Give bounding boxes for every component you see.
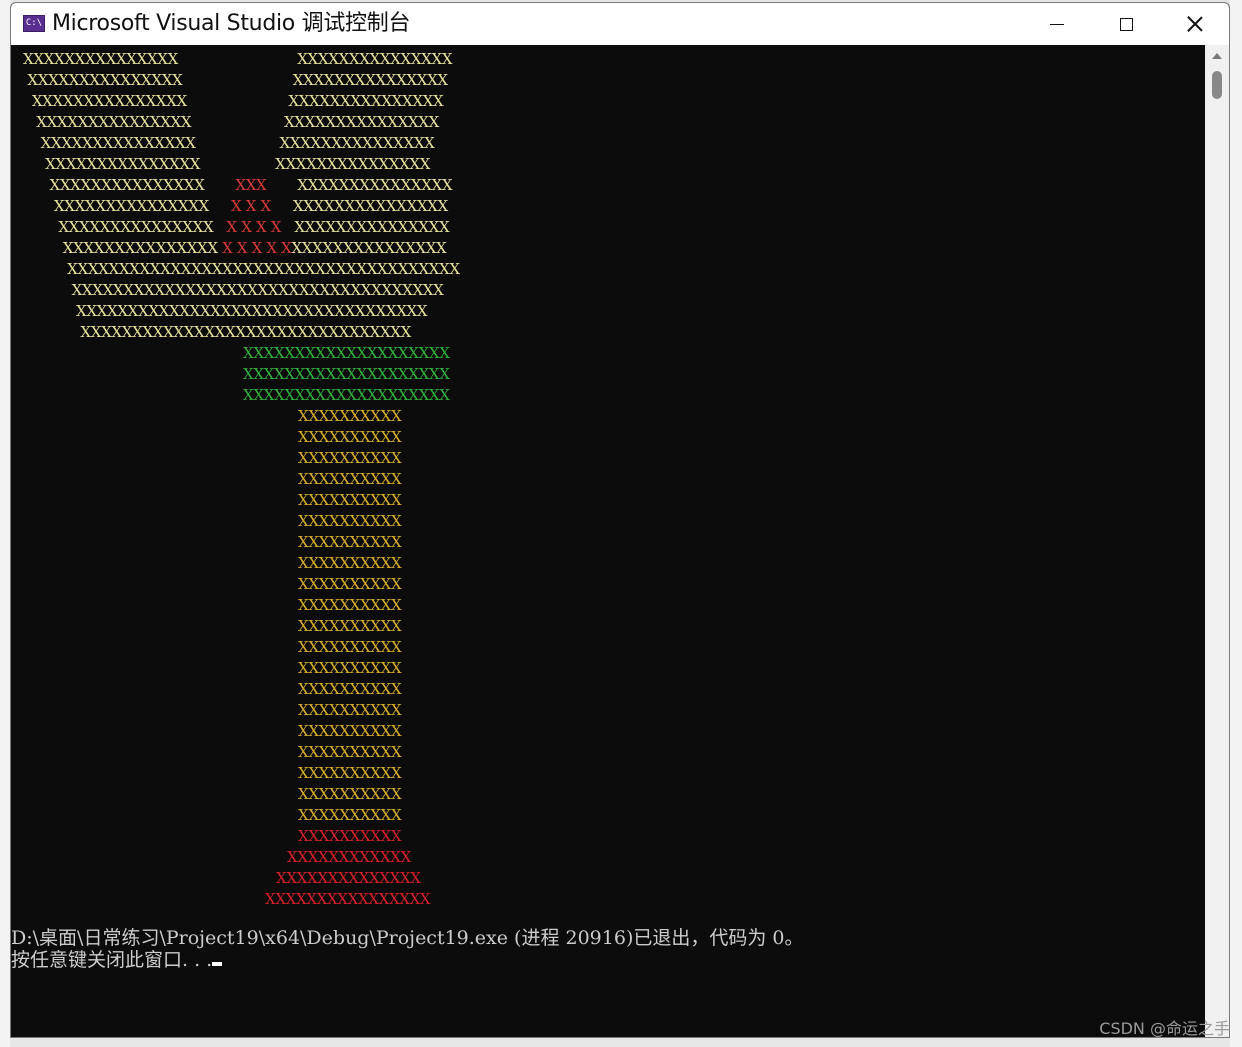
console-art-line: XXXXXXXXXXXXXXXX — [265, 890, 431, 908]
prompt-message: 按任意键关闭此窗口. . . — [11, 949, 213, 971]
console-art-line: XXXXXXXXXXXXXXXXXXXX — [243, 365, 450, 383]
console-art-line: XXXXXXXXXXXX — [287, 848, 411, 866]
console-art-line: XXXXXXXXXXXXXXX XXXXXXXXXXXXXXX — [23, 71, 448, 89]
console-output-area[interactable]: D:\桌面\日常练习\Project19\x64\Debug\Project19… — [11, 45, 1205, 1037]
exit-message: D:\桌面\日常练习\Project19\x64\Debug\Project19… — [11, 927, 804, 949]
console-art-line: XXXXXXXXXX — [298, 722, 402, 740]
vertical-scrollbar[interactable] — [1205, 45, 1229, 1037]
console-art-line: XXXXXXXXXX — [298, 806, 402, 824]
minimize-button[interactable] — [1023, 3, 1091, 45]
console-art-line: XXXXXXXXXX — [298, 680, 402, 698]
cup-art-segment: XXXXXXXXXXXXXXX — [23, 176, 236, 194]
heart-art-segment: XXX — [235, 176, 267, 194]
console-art-line: XXXXXXXXXXXXXXX XXXXXXXXXXXXXXX — [23, 113, 439, 131]
console-art-line: XXXXXXXXXX — [298, 617, 402, 635]
console-art-line: XXXXXXXXXX — [298, 764, 402, 782]
console-art-line: XXXXXXXXXX — [298, 638, 402, 656]
console-art-line: XXXXXXXXXXXXXXX XXX XXXXXXXXXXXXXXX — [23, 175, 453, 196]
console-art-line: XXXXXXXXXXXXXXX X X X XXXXXXXXXXXXXXX — [23, 196, 448, 217]
console-art-line: XXXXXXXXXXXXXXXXXXXXXXXXXXXXXXXXXX — [23, 302, 428, 320]
console-art-line: XXXXXXXXXX — [298, 659, 402, 677]
window-title: Microsoft Visual Studio 调试控制台 — [52, 11, 411, 36]
minimize-icon — [1050, 23, 1064, 25]
console-art-line: XXXXXXXXXXXXXXXXXXXX — [243, 344, 450, 362]
debug-console-window[interactable]: C:\ Microsoft Visual Studio 调试控制台 D:\桌面\… — [10, 2, 1230, 1038]
maximize-icon — [1119, 17, 1133, 31]
cup-art-segment: XXXXXXXXXXXXXXX — [23, 197, 231, 215]
console-art-line: XXXXXXXXXXXXXXX XXXXXXXXXXXXXXX — [23, 134, 435, 152]
cup-art-segment: XXXXXXXXXXXXXXX — [23, 239, 223, 257]
console-art-line: XXXXXXXXXX — [298, 743, 402, 761]
console-art-line: XXXXXXXXXX — [298, 827, 402, 845]
console-art-line: XXXXXXXXXX — [298, 785, 402, 803]
console-art-line: XXXXXXXXXXXXXXX XXXXXXXXXXXXXXX — [23, 155, 431, 173]
console-art-line: XXXXXXXXXX — [298, 449, 402, 467]
cup-art-segment: XXXXXXXXXXXXXXX — [281, 218, 450, 236]
heart-art-segment: X X X — [230, 197, 271, 215]
cup-art-segment: XXXXXXXXXXXXXXX — [291, 239, 447, 257]
scroll-up-arrow-icon[interactable] — [1212, 53, 1222, 59]
text-cursor — [212, 962, 223, 966]
console-app-icon: C:\ — [23, 15, 45, 32]
background-ide-right-edge — [1230, 0, 1242, 1047]
heart-art-segment: X X X X — [226, 218, 282, 236]
console-art-line: XXXXXXXXXX — [298, 533, 402, 551]
console-art-line: XXXXXXXXXXXXXXX XXXXXXXXXXXXXXX — [23, 92, 444, 110]
console-art-line: XXXXXXXXXX — [298, 701, 402, 719]
close-icon — [1187, 16, 1203, 32]
console-art-line: XXXXXXXXXX — [298, 428, 402, 446]
console-art-line: XXXXXXXXXX — [298, 491, 402, 509]
console-art-line: XXXXXXXXXX — [298, 554, 402, 572]
background-ide-left-edge — [0, 0, 10, 1047]
cup-art-segment: XXXXXXXXXXXXXXX — [23, 218, 227, 236]
console-art-line: XXXXXXXXXX — [298, 596, 402, 614]
close-button[interactable] — [1161, 3, 1229, 45]
console-art-line: XXXXXXXXXXXXXX — [276, 869, 421, 887]
maximize-button[interactable] — [1092, 3, 1160, 45]
scroll-thumb[interactable] — [1212, 71, 1222, 99]
console-art-line: XXXXXXXXXXXXXXXXXXXXXXXXXXXXXXXXXXXX — [23, 281, 444, 299]
console-art-line: XXXXXXXXXX — [298, 575, 402, 593]
console-art-line: XXXXXXXXXXXXXXXXXXXXXXXXXXXXXXXXXXXXXX — [23, 260, 460, 278]
cup-art-segment: XXXXXXXXXXXXXXX — [266, 176, 453, 194]
console-art-line: XXXXXXXXXXXXXXX X X X X XXXXXXXXXXXXXXX — [23, 217, 449, 238]
console-art-line: XXXXXXXXXX — [298, 470, 402, 488]
console-art-line: XXXXXXXXXXXXXXXXXXXX — [243, 386, 450, 404]
prompt-line: 按任意键关闭此窗口. . . — [11, 949, 223, 971]
title-bar[interactable]: C:\ Microsoft Visual Studio 调试控制台 — [11, 3, 1229, 45]
console-art-line: XXXXXXXXXX — [298, 407, 402, 425]
console-art-line: XXXXXXXXXXXXXXXXXXXXXXXXXXXXXXXX — [23, 323, 411, 341]
console-art-line: XXXXXXXXXXXXXXX XXXXXXXXXXXXXXX — [23, 50, 453, 68]
console-art-line: XXXXXXXXXXXXXXX X X X X XXXXXXXXXXXXXXXX — [23, 238, 447, 259]
watermark: CSDN @命运之手 — [1099, 1019, 1230, 1038]
console-art-line: XXXXXXXXXX — [298, 512, 402, 530]
cup-art-segment: XXXXXXXXXXXXXXX — [270, 197, 448, 215]
heart-art-segment: X X X X X — [222, 239, 292, 257]
